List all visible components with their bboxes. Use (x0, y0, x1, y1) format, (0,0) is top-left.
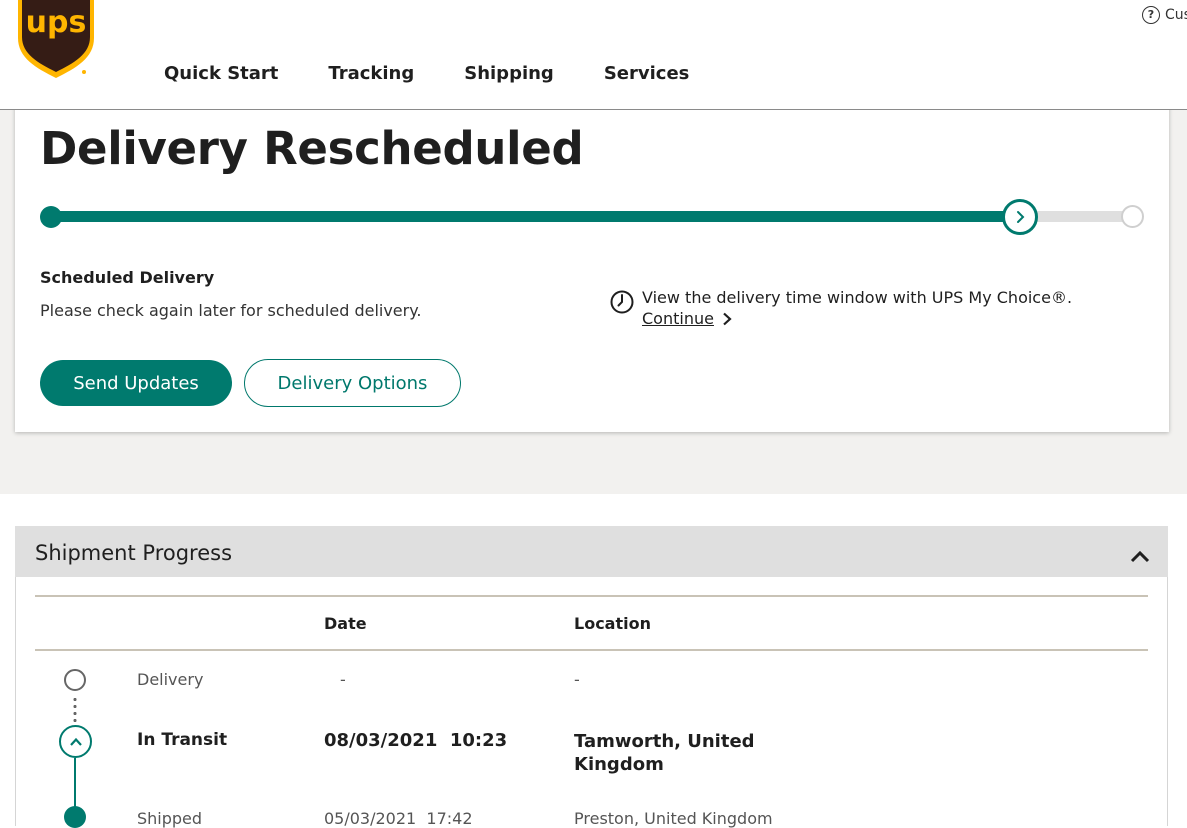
continue-label: Continue (642, 309, 714, 328)
table-header-rule (35, 649, 1148, 651)
row-status-in-transit: In Transit (137, 730, 228, 750)
svg-text:ups: ups (26, 5, 87, 40)
question-icon: ? (1142, 6, 1160, 24)
table-top-rule (35, 595, 1148, 597)
main-nav: Quick Start Tracking Shipping Services (164, 63, 739, 84)
timeline-current-marker[interactable] (59, 725, 92, 758)
site-header: ups ? Cus Quick Start Tracking Shipping … (0, 0, 1187, 110)
chevron-right-icon (1017, 211, 1025, 223)
send-updates-button[interactable]: Send Updates (40, 360, 232, 406)
progress-start-dot (40, 206, 62, 228)
page-title: Delivery Rescheduled (40, 122, 584, 175)
column-header-location: Location (574, 614, 651, 633)
progress-current-marker (1002, 199, 1038, 235)
column-header-date: Date (324, 614, 367, 633)
nav-tracking[interactable]: Tracking (328, 63, 414, 84)
timeline-pending-dot (64, 669, 86, 691)
mychoice-promo: View the delivery time window with UPS M… (610, 287, 1072, 329)
row-date-in-transit: 08/03/2021 10:23 (324, 730, 508, 751)
nav-shipping[interactable]: Shipping (464, 63, 554, 84)
mychoice-text: View the delivery time window with UPS M… (642, 288, 1073, 307)
scheduled-delivery-heading: Scheduled Delivery (40, 268, 215, 287)
timeline-connector (74, 758, 76, 810)
nav-services[interactable]: Services (604, 63, 690, 84)
delivery-options-button[interactable]: Delivery Options (244, 359, 461, 407)
row-status-delivery: Delivery (137, 670, 204, 689)
help-link[interactable]: ? Cus (1142, 6, 1187, 24)
chevron-right-icon (723, 312, 732, 325)
row-location-in-transit: Tamworth, United Kingdom (574, 731, 755, 775)
shipment-progress-title: Shipment Progress (35, 541, 233, 565)
progress-end-dot (1121, 205, 1144, 228)
chevron-up-icon (69, 737, 82, 746)
continue-link[interactable]: Continue (642, 308, 732, 329)
progress-fill (50, 211, 1025, 222)
row-date-delivery: - (340, 670, 346, 689)
chevron-up-icon[interactable] (1128, 545, 1152, 569)
timeline-complete-dot (64, 806, 86, 828)
help-label: Cus (1165, 7, 1187, 23)
timeline-dotted-connector (73, 696, 77, 726)
nav-quick-start[interactable]: Quick Start (164, 63, 278, 84)
scheduled-delivery-text: Please check again later for scheduled d… (40, 301, 422, 320)
ups-logo[interactable]: ups (14, 0, 98, 78)
row-location-delivery: - (574, 670, 580, 689)
clock-icon (610, 290, 634, 314)
